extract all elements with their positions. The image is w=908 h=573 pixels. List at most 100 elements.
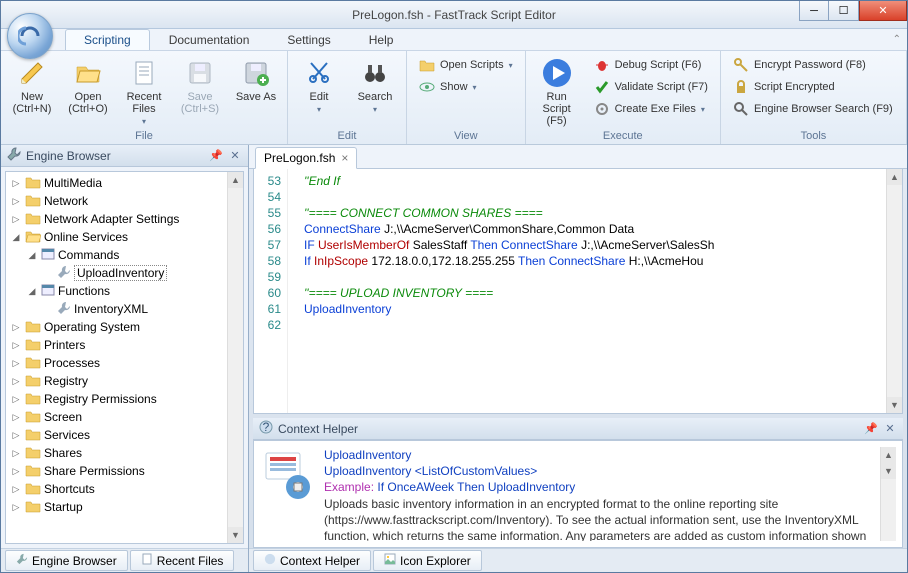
chevron-down-icon: ▾ [701,105,705,114]
tree-node-shareperm[interactable]: ▷Share Permissions [6,462,243,480]
sidebar-tab-recent-files[interactable]: Recent Files [130,550,235,571]
expand-icon[interactable]: ▷ [10,448,22,459]
help-icon [264,553,276,568]
folder-icon [25,445,41,462]
close-tab-icon[interactable]: × [341,151,348,165]
folder-icon [25,499,41,516]
wrench-icon [16,553,28,568]
binoculars-icon [359,57,391,89]
expand-icon[interactable]: ▷ [10,394,22,405]
ribbon-tab-help[interactable]: Help [350,29,413,50]
create-exe-button[interactable]: Create Exe Files ▾ [588,99,714,119]
tree-node-netadapter[interactable]: ▷Network Adapter Settings [6,210,243,228]
tree-node-os[interactable]: ▷Operating System [6,318,243,336]
expand-icon[interactable]: ◢ [10,232,22,243]
tree-node-processes[interactable]: ▷Processes [6,354,243,372]
minimize-button[interactable]: ─ [799,1,829,21]
tree-node-online[interactable]: ◢Online Services [6,228,243,246]
ribbon-collapse-icon[interactable]: ⌃ [893,34,907,45]
search-button[interactable]: Search ▾ [350,55,400,114]
scrollbar[interactable]: ▲▼ [880,447,896,541]
run-script-button[interactable]: Run Script(F5) [532,55,582,127]
tree-node-uploadinv[interactable]: UploadInventory [6,264,243,282]
expand-icon[interactable]: ▷ [10,484,22,495]
helper-line2: UploadInventory <ListOfCustomValues> [324,463,872,479]
close-pane-icon[interactable]: ✕ [228,149,242,163]
encrypt-password-button[interactable]: Encrypt Password (F8) [727,55,899,75]
recent-files-button[interactable]: RecentFiles ▾ [119,55,169,126]
expand-icon[interactable]: ▷ [10,178,22,189]
tree-node-functions[interactable]: ◢Functions [6,282,243,300]
sidebar-tab-engine-browser[interactable]: Engine Browser [5,550,128,571]
play-icon [541,57,573,89]
ribbon-tab-scripting[interactable]: Scripting [65,29,150,50]
pin-icon[interactable]: 📌 [864,422,878,436]
debug-script-button[interactable]: Debug Script (F6) [588,55,714,75]
expand-icon[interactable]: ▷ [10,412,22,423]
edit-button[interactable]: Edit ▾ [294,55,344,114]
expand-icon[interactable]: ◢ [26,250,38,261]
bottom-tab-icon-explorer[interactable]: Icon Explorer [373,550,482,571]
expand-icon[interactable]: ▷ [10,340,22,351]
expand-icon[interactable]: ▷ [10,430,22,441]
expand-icon[interactable]: ▷ [10,502,22,513]
close-button[interactable]: ✕ [859,1,907,21]
tree-node-shortcuts[interactable]: ▷Shortcuts [6,480,243,498]
window-icon [41,283,55,300]
expand-icon[interactable]: ▷ [10,196,22,207]
expand-icon[interactable]: ▷ [10,358,22,369]
pencil-icon [16,57,48,89]
new-button[interactable]: New(Ctrl+N) [7,55,57,115]
chevron-down-icon: ▾ [473,83,477,92]
open-scripts-button[interactable]: Open Scripts ▾ [413,55,519,75]
tree-node-services[interactable]: ▷Services [6,426,243,444]
engine-browser-tree[interactable]: ▷MultiMedia▷Network▷Network Adapter Sett… [5,171,244,544]
titlebar: PreLogon.fsh - FastTrack Script Editor ─… [1,1,907,29]
tree-node-network[interactable]: ▷Network [6,192,243,210]
key-icon [733,57,749,73]
folder-open-icon [72,57,104,89]
expand-icon[interactable]: ▷ [10,376,22,387]
folder-icon [25,409,41,426]
folder-icon [25,373,41,390]
editor-tab[interactable]: PreLogon.fsh × [255,147,357,169]
wrench-icon [57,301,71,318]
show-button[interactable]: Show ▾ [413,77,519,97]
engine-browser-search-button[interactable]: Engine Browser Search (F9) [727,99,899,119]
document-icon [141,553,153,568]
bottom-tab-context-helper[interactable]: Context Helper [253,550,371,571]
tree-node-screen[interactable]: ▷Screen [6,408,243,426]
tree-node-invxml[interactable]: InventoryXML [6,300,243,318]
validate-script-button[interactable]: Validate Script (F7) [588,77,714,97]
tree-node-regperm[interactable]: ▷Registry Permissions [6,390,243,408]
tree-node-registry[interactable]: ▷Registry [6,372,243,390]
maximize-button[interactable]: ☐ [829,1,859,21]
code-editor[interactable]: 53 54 55 56 57 58 59 60 61 62 ''End If '… [253,169,903,414]
save-button[interactable]: Save(Ctrl+S) [175,55,225,115]
expand-icon[interactable]: ▷ [10,466,22,477]
code-area[interactable]: ''End If ''==== CONNECT COMMON SHARES ==… [288,169,902,413]
folder-icon [25,229,41,246]
close-pane-icon[interactable]: ✕ [883,422,897,436]
line-gutter: 53 54 55 56 57 58 59 60 61 62 [254,169,288,413]
tree-node-multimedia[interactable]: ▷MultiMedia [6,174,243,192]
open-button[interactable]: Open(Ctrl+O) [63,55,113,115]
script-encrypted-button[interactable]: Script Encrypted [727,77,899,97]
pin-icon[interactable]: 📌 [209,149,223,163]
tree-node-startup[interactable]: ▷Startup [6,498,243,516]
folder-icon [25,355,41,372]
expand-icon[interactable]: ◢ [26,286,38,297]
folder-icon [419,57,435,73]
scrollbar[interactable]: ▲▼ [227,172,243,543]
app-menu-orb[interactable] [7,13,53,59]
expand-icon[interactable]: ▷ [10,214,22,225]
expand-icon[interactable]: ▷ [10,322,22,333]
ribbon-tab-documentation[interactable]: Documentation [150,29,269,50]
tree-node-printers[interactable]: ▷Printers [6,336,243,354]
disk-icon [184,57,216,89]
scrollbar[interactable]: ▲▼ [886,169,902,413]
tree-node-shares[interactable]: ▷Shares [6,444,243,462]
save-as-button[interactable]: Save As [231,55,281,103]
tree-node-commands[interactable]: ◢Commands [6,246,243,264]
ribbon-tab-settings[interactable]: Settings [268,29,349,50]
